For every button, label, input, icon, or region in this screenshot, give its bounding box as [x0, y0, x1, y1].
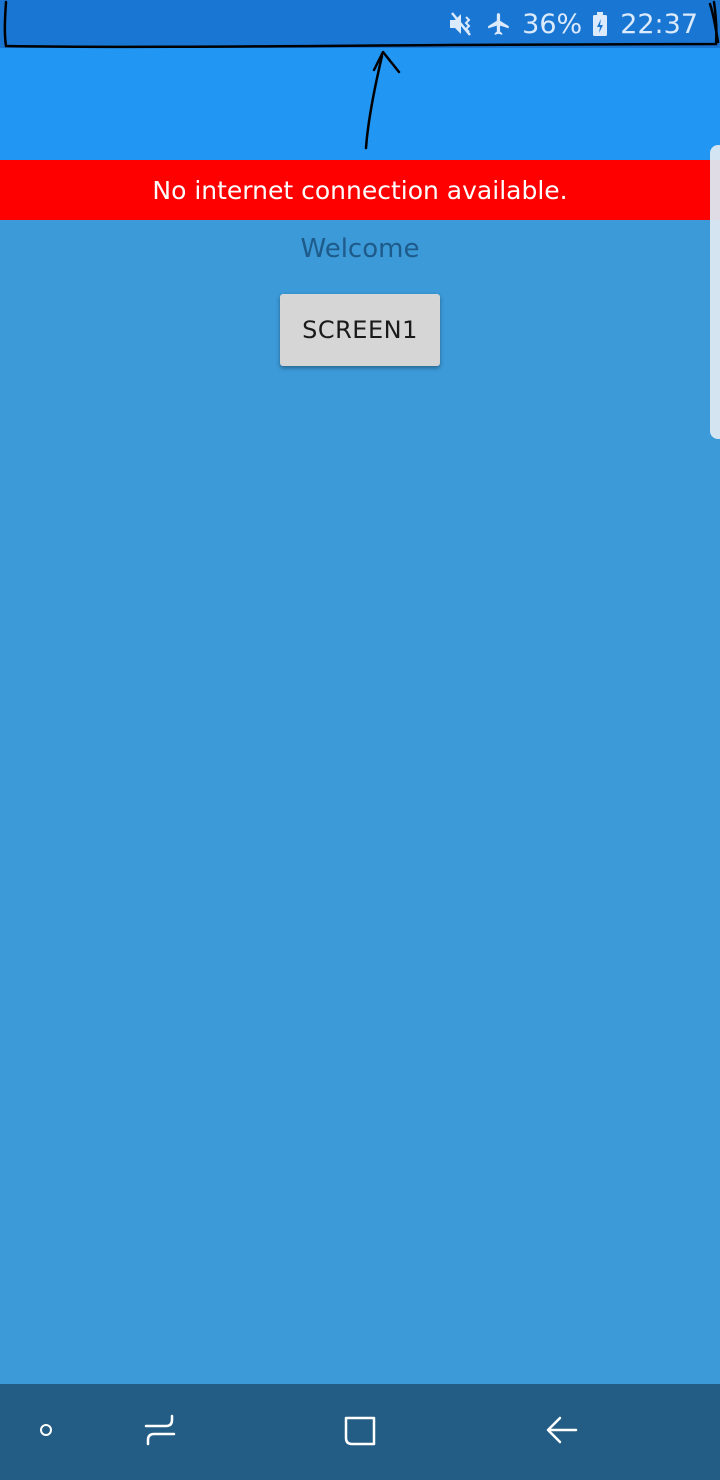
airplane-icon — [486, 11, 512, 37]
main-content: Welcome SCREEN1 — [0, 220, 720, 1384]
no-internet-banner: No internet connection available. — [0, 160, 720, 220]
back-button[interactable] — [522, 1384, 602, 1480]
dot-icon — [38, 1422, 54, 1442]
edge-panel-handle[interactable] — [710, 145, 720, 439]
battery-percent: 36% — [522, 8, 583, 40]
screen1-button[interactable]: SCREEN1 — [280, 294, 440, 366]
battery-charging-icon — [592, 11, 608, 37]
banner-message: No internet connection available. — [152, 175, 568, 205]
app-bar — [0, 48, 720, 160]
recent-apps-button[interactable] — [120, 1384, 200, 1480]
home-icon — [342, 1412, 378, 1452]
welcome-label: Welcome — [300, 234, 420, 264]
back-icon — [544, 1412, 580, 1452]
nav-dot-button[interactable] — [16, 1384, 76, 1480]
recent-apps-icon — [142, 1412, 178, 1452]
nav-bar — [0, 1384, 720, 1480]
clock: 22:37 — [620, 8, 698, 40]
status-bar: 36% 22:37 — [0, 0, 720, 48]
vibrate-mute-icon — [448, 11, 476, 37]
status-icons: 36% 22:37 — [448, 0, 698, 48]
home-button[interactable] — [320, 1384, 400, 1480]
